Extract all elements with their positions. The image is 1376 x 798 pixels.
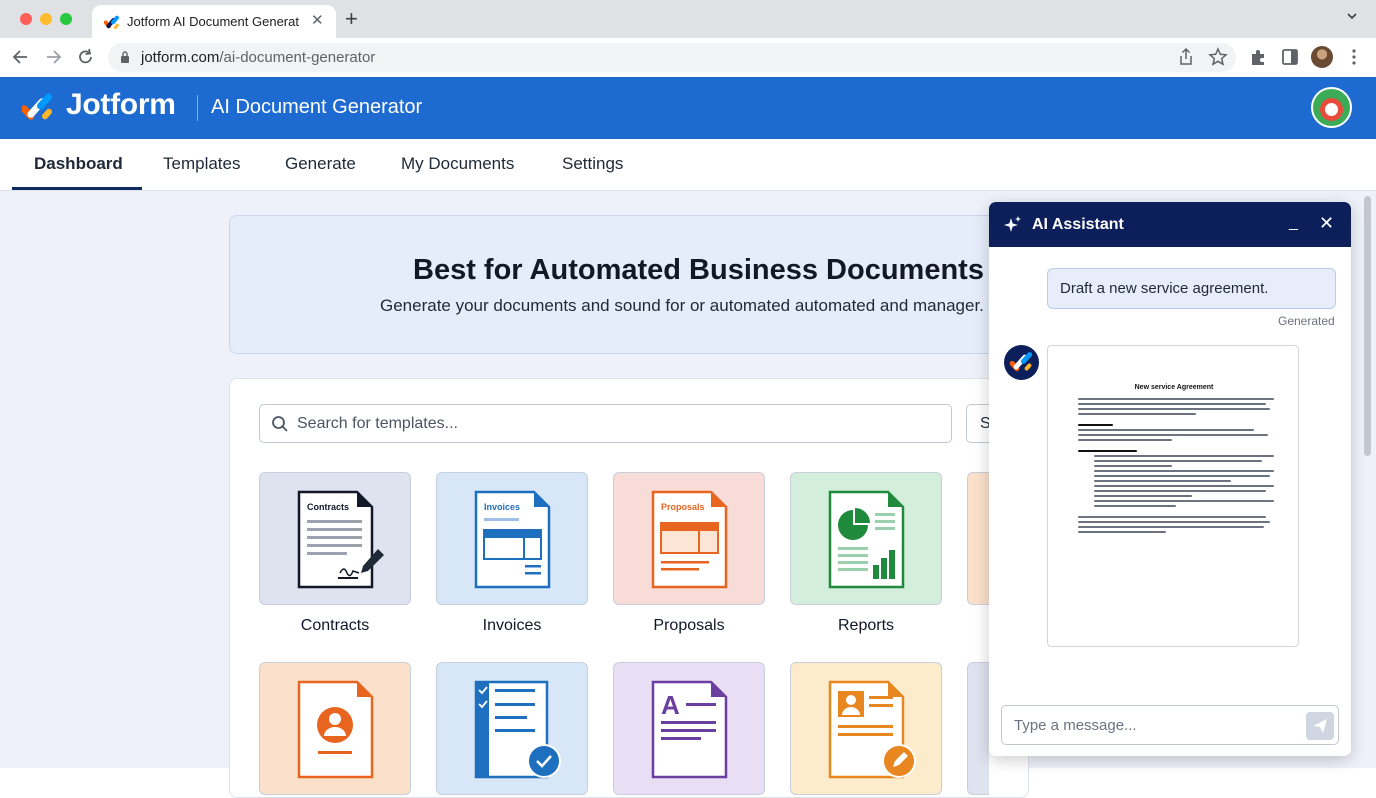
chat-input-placeholder: Type a message... bbox=[1014, 717, 1137, 734]
back-arrow-icon[interactable] bbox=[9, 46, 33, 68]
template-label-invoices[interactable]: Invoices bbox=[436, 617, 588, 635]
template-label-reports[interactable]: Reports bbox=[790, 617, 942, 635]
extensions-puzzle-icon[interactable] bbox=[1247, 47, 1269, 67]
main-nav: Dashboard Templates Generate My Document… bbox=[0, 139, 1376, 191]
browser-tab-strip: Jotform AI Document Generator ✕ + bbox=[0, 0, 1376, 38]
letter-document-icon: A bbox=[651, 680, 728, 779]
template-card-partial[interactable] bbox=[967, 472, 989, 605]
maximize-window-button[interactable] bbox=[60, 13, 72, 25]
browser-toolbar: jotform.com/ai-document-generator bbox=[0, 38, 1376, 77]
search-input[interactable]: Search for templates... bbox=[259, 404, 952, 443]
forward-arrow-icon[interactable] bbox=[41, 46, 65, 68]
hero-title: Best for Automated Business Documents bbox=[413, 254, 984, 286]
generated-document-preview[interactable]: New service Agreement bbox=[1047, 345, 1299, 647]
product-title: AI Document Generator bbox=[211, 96, 423, 118]
search-placeholder: Search for templates... bbox=[297, 415, 458, 432]
close-window-button[interactable] bbox=[20, 13, 32, 25]
search-icon bbox=[272, 416, 288, 432]
template-card-partial-2[interactable] bbox=[967, 662, 989, 795]
user-message-bubble: Draft a new service agreement. bbox=[1047, 268, 1336, 309]
new-tab-button[interactable]: + bbox=[345, 8, 358, 30]
message-status: Generated bbox=[1278, 314, 1335, 328]
bot-avatar bbox=[1004, 345, 1039, 380]
tab-templates[interactable]: Templates bbox=[163, 154, 240, 174]
checklist-document-icon bbox=[474, 680, 561, 779]
template-card-resume[interactable] bbox=[259, 662, 411, 795]
kebab-menu-icon[interactable] bbox=[1343, 47, 1365, 67]
jotform-favicon-icon bbox=[104, 15, 119, 29]
minimize-window-button[interactable] bbox=[40, 13, 52, 25]
browser-profile-avatar[interactable] bbox=[1311, 46, 1333, 68]
tab-title: Jotform AI Document Generator bbox=[127, 14, 299, 29]
ai-assistant-title: AI Assistant bbox=[1032, 216, 1124, 233]
template-card-letter[interactable]: A bbox=[613, 662, 765, 795]
page-scrollbar[interactable] bbox=[1364, 196, 1371, 456]
header-divider bbox=[197, 95, 198, 121]
active-tab-indicator bbox=[12, 187, 142, 190]
invoice-document-icon: Invoices bbox=[474, 490, 551, 589]
template-label-proposals[interactable]: Proposals bbox=[613, 617, 765, 635]
template-card-contracts[interactable]: Contracts bbox=[259, 472, 411, 605]
user-message-text: Draft a new service agreement. bbox=[1060, 280, 1269, 297]
template-card-checklist[interactable] bbox=[436, 662, 588, 795]
url-path: /ai-document-generator bbox=[219, 49, 376, 66]
template-card-profile[interactable] bbox=[790, 662, 942, 795]
bookmark-star-icon[interactable] bbox=[1207, 47, 1229, 67]
report-chart-icon bbox=[828, 490, 905, 589]
close-icon[interactable]: ✕ bbox=[1319, 213, 1334, 234]
url-text: jotform.com/ai-document-generator bbox=[141, 49, 375, 66]
sparkle-icon bbox=[1004, 216, 1021, 232]
template-card-reports[interactable] bbox=[790, 472, 942, 605]
tab-settings[interactable]: Settings bbox=[562, 154, 623, 174]
minimize-icon[interactable]: _ bbox=[1289, 214, 1298, 232]
tab-dashboard[interactable]: Dashboard bbox=[34, 154, 123, 174]
invoices-doc-label: Invoices bbox=[484, 502, 520, 512]
jotform-logo-icon[interactable] bbox=[22, 91, 54, 123]
tab-generate[interactable]: Generate bbox=[285, 154, 356, 174]
chevron-down-icon[interactable] bbox=[1346, 10, 1358, 22]
proposal-document-icon: Proposals bbox=[651, 490, 728, 589]
person-document-icon bbox=[297, 680, 374, 779]
proposals-doc-label: Proposals bbox=[661, 502, 705, 512]
document-title: New service Agreement bbox=[1134, 384, 1214, 391]
contract-document-icon: Contracts bbox=[297, 490, 384, 589]
profile-document-icon bbox=[828, 680, 916, 779]
tab-close-icon[interactable]: ✕ bbox=[311, 11, 324, 31]
ai-assistant-panel: AI Assistant _ ✕ Draft a new service agr… bbox=[989, 202, 1351, 756]
chat-message-input[interactable]: Type a message... bbox=[1001, 705, 1339, 745]
svg-text:A: A bbox=[661, 690, 680, 720]
address-bar[interactable]: jotform.com/ai-document-generator bbox=[108, 43, 1236, 72]
ai-assistant-header: AI Assistant _ ✕ bbox=[989, 202, 1351, 247]
send-icon bbox=[1313, 719, 1327, 733]
jotform-bot-icon bbox=[1009, 352, 1033, 372]
browser-tab[interactable]: Jotform AI Document Generator ✕ bbox=[92, 5, 336, 38]
template-label-contracts[interactable]: Contracts bbox=[259, 617, 411, 635]
app-header bbox=[0, 77, 1376, 139]
send-button[interactable] bbox=[1306, 712, 1334, 740]
url-domain: jotform.com bbox=[141, 49, 220, 66]
contracts-doc-label: Contracts bbox=[307, 502, 349, 512]
document-body bbox=[1078, 398, 1274, 536]
hero-subtitle: Generate your documents and sound for or… bbox=[380, 296, 984, 315]
side-panel-icon[interactable] bbox=[1279, 47, 1301, 67]
brand-name[interactable]: Jotform bbox=[66, 88, 176, 122]
share-icon[interactable] bbox=[1175, 47, 1197, 67]
lock-icon bbox=[121, 51, 129, 63]
user-avatar[interactable] bbox=[1311, 87, 1352, 128]
template-card-invoices[interactable]: Invoices bbox=[436, 472, 588, 605]
tab-my-documents[interactable]: My Documents bbox=[401, 154, 514, 174]
template-card-proposals[interactable]: Proposals bbox=[613, 472, 765, 605]
reload-icon[interactable] bbox=[74, 46, 98, 68]
